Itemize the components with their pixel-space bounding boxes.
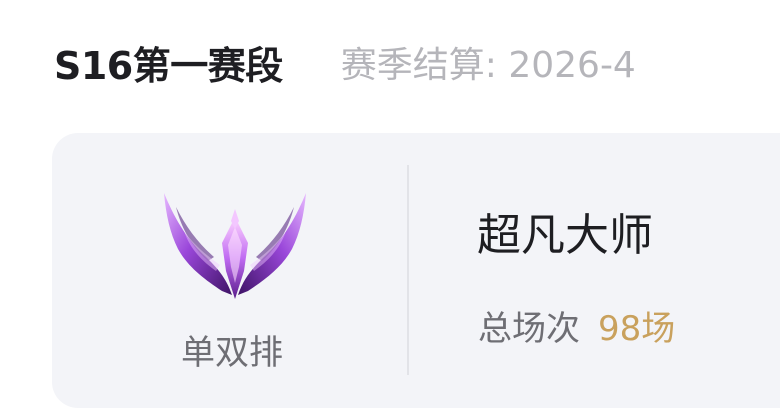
rank-card[interactable]: 单双排 超凡大师 总场次 98场 bbox=[52, 133, 780, 408]
rank-name: 超凡大师 bbox=[477, 210, 653, 261]
rank-page: S16第一赛段 赛季结算: 2026-4 单双排 超凡大师 总场次 98场 bbox=[0, 0, 780, 411]
season-header: S16第一赛段 赛季结算: 2026-4 bbox=[54, 30, 636, 94]
master-emblem-icon bbox=[164, 193, 306, 299]
queue-type-label: 单双排 bbox=[181, 333, 283, 373]
total-games-row: 总场次 98场 bbox=[478, 301, 675, 350]
season-title: S16第一赛段 bbox=[54, 43, 283, 88]
season-settle-date: 赛季结算: 2026-4 bbox=[340, 45, 636, 86]
divider bbox=[407, 165, 409, 375]
queue-section[interactable]: 单双排 bbox=[52, 133, 408, 408]
total-games-label: 总场次 bbox=[478, 309, 580, 349]
total-games-value: 98场 bbox=[598, 309, 676, 349]
